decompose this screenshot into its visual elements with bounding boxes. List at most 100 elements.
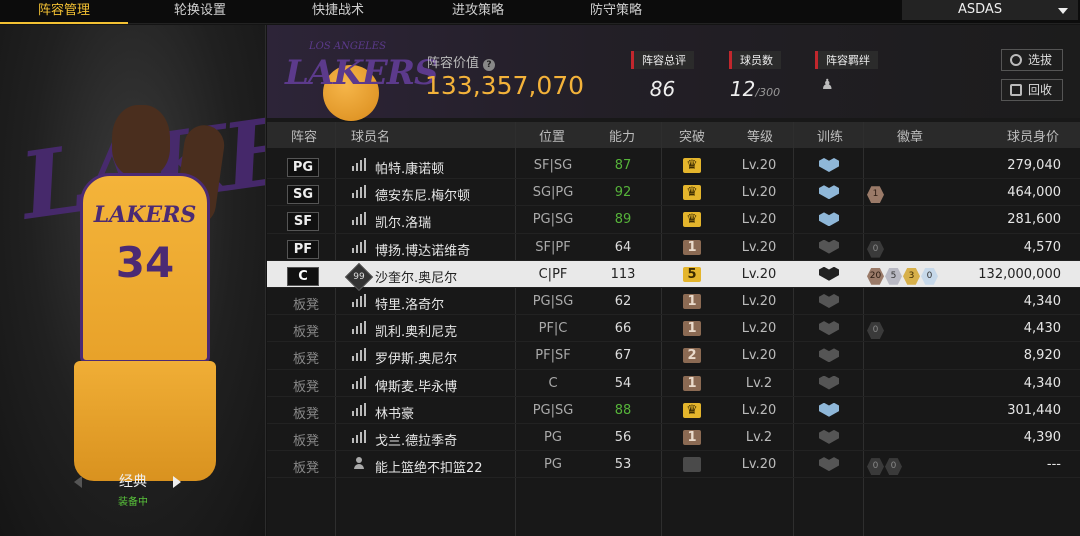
badge-hexagon-icon: 0 — [867, 458, 884, 476]
player-rating: 53 — [614, 457, 632, 473]
select-button-label: 选拔 — [1028, 53, 1053, 67]
tab-quick-tactics[interactable]: 快捷战术 — [274, 0, 402, 24]
lineup-value: 133,357,070 — [425, 71, 585, 100]
col-level[interactable]: 等级 — [747, 126, 773, 145]
player-rating: 67 — [614, 348, 632, 364]
team-logo-city: LOS ANGELES — [309, 41, 386, 52]
training-crown-icon — [819, 348, 839, 363]
player-name[interactable]: 罗伊斯.奥尼尔 — [375, 348, 457, 367]
player-rating: 54 — [614, 375, 632, 391]
slot-position-badge: SF — [287, 212, 319, 232]
player-value: 4,340 — [1023, 293, 1061, 309]
select-button[interactable]: 选拔 — [1001, 49, 1063, 71]
player-name[interactable]: 能上篮绝不扣篮22 — [375, 457, 483, 476]
roster-row[interactable]: 板凳 能上篮绝不扣篮22 PG 53 Lv.20 0 0 --- — [267, 451, 1080, 479]
recycle-button[interactable]: 回收 — [1001, 79, 1063, 101]
help-icon[interactable]: ? — [483, 59, 496, 71]
chemistry-stat: 阵容羁绊 ♟ — [815, 51, 878, 93]
chevron-down-icon — [1058, 8, 1068, 14]
roster-row[interactable]: 板凳 俾斯麦.毕永博 C 54 1 Lv.2 4,340 — [267, 370, 1080, 397]
tab-rotation-settings[interactable]: 轮换设置 — [136, 0, 264, 24]
training-crown-icon — [819, 457, 839, 472]
roster-row[interactable]: PF 博扬.博达诺维奇 SF|PF 64 1 Lv.20 0 4,570 — [267, 234, 1080, 261]
player-value: 4,570 — [1023, 239, 1061, 255]
col-lineup[interactable]: 阵容 — [291, 126, 317, 145]
roster-row[interactable]: 板凳 特里.洛奇尔 PG|SG 62 1 Lv.20 4,340 — [267, 288, 1080, 316]
player-value: 8,920 — [1023, 348, 1061, 364]
player-position: SG|PG — [532, 185, 574, 201]
jersey-number: 34 — [115, 238, 175, 287]
style-selector: 经典 装备中 — [0, 471, 265, 508]
player-count-max: /300 — [755, 86, 781, 99]
badge-list: 0 — [867, 321, 885, 340]
roster-row[interactable]: SG 德安东尼.梅尔顿 SG|PG 92 ♛ Lv.20 1 464,000 — [267, 179, 1080, 207]
col-player-value[interactable]: 球员身价 — [1007, 126, 1059, 145]
player-rating: 88 — [614, 402, 632, 418]
col-training[interactable]: 训练 — [817, 126, 843, 145]
player-name[interactable]: 德安东尼.梅尔顿 — [375, 185, 470, 204]
badge-hexagon-icon: 0 — [867, 322, 884, 340]
signal-bars-icon — [352, 348, 366, 362]
tab-offense-strategy[interactable]: 进攻策略 — [414, 0, 542, 24]
roster-row[interactable]: C 99 沙奎尔.奥尼尔 C|PF 113 5 Lv.20 20 5 3 0 132,000,000 — [267, 260, 1080, 291]
player-name[interactable]: 林书豪 — [375, 403, 414, 422]
breakthrough-level: 1 — [687, 375, 697, 391]
team-select-dropdown[interactable]: ASDAS — [902, 0, 1078, 20]
roster-row[interactable]: 板凳 戈兰.德拉季奇 PG 56 1 Lv.2 4,390 — [267, 424, 1080, 452]
player-name[interactable]: 凯利.奥利尼克 — [375, 321, 457, 340]
breakthrough-icon: 1 — [683, 375, 701, 391]
chemistry-people-icon[interactable]: ♟ — [815, 77, 878, 93]
breakthrough-level: 1 — [687, 321, 697, 337]
player-value: 4,390 — [1023, 429, 1061, 445]
roster-table-body: PG 帕特.康诺顿 SF|SG 87 ♛ Lv.20 279,040 SG 德安东尼.梅尔顿 SG… — [267, 152, 1080, 479]
tab-bar: 阵容管理 轮换设置 快捷战术 进攻策略 防守策略 ASDAS — [0, 0, 1080, 24]
player-name[interactable]: 特里.洛奇尔 — [375, 294, 444, 313]
player-level: Lv.20 — [741, 239, 777, 255]
tab-lineup-management[interactable]: 阵容管理 — [0, 0, 128, 24]
tab-defense-strategy[interactable]: 防守策略 — [552, 0, 680, 24]
player-level: Lv.20 — [741, 402, 777, 418]
lineup-value-label: 阵容价值? — [427, 52, 496, 71]
player-name[interactable]: 帕特.康诺顿 — [375, 158, 444, 177]
breakthrough-level: 1 — [687, 293, 697, 309]
player-value: 281,600 — [1007, 212, 1061, 228]
player-position: SF|SG — [533, 158, 573, 173]
slot-position-badge: SG — [287, 185, 319, 205]
col-position[interactable]: 位置 — [539, 126, 565, 145]
breakthrough-icon: 1 — [683, 321, 701, 337]
player-level: Lv.2 — [745, 375, 773, 391]
badge-list: 0 — [867, 240, 885, 258]
player-rating: 87 — [614, 158, 632, 173]
roster-row[interactable]: 板凳 罗伊斯.奥尼尔 PF|SF 67 2 Lv.20 8,920 — [267, 342, 1080, 370]
breakthrough-icon: 1 — [683, 429, 701, 445]
player-name[interactable]: 戈兰.德拉季奇 — [375, 430, 457, 449]
player-name[interactable]: 沙奎尔.奥尼尔 — [375, 267, 457, 286]
roster-row[interactable]: 板凳 凯利.奥利尼克 PF|C 66 1 Lv.20 0 4,430 — [267, 315, 1080, 343]
chemistry-label: 阵容羁绊 — [815, 51, 878, 69]
roster-row[interactable]: 板凳 林书豪 PG|SG 88 ♛ Lv.20 301,440 — [267, 397, 1080, 424]
team-logo-word: LAKERS — [285, 53, 439, 93]
badge-hexagon-icon: 3 — [903, 267, 920, 285]
player-position: PF|SF — [535, 348, 571, 364]
player-name[interactable]: 俾斯麦.毕永博 — [375, 376, 457, 395]
col-player-name[interactable]: 球员名 — [351, 126, 390, 145]
player-name[interactable]: 博扬.博达诺维奇 — [375, 240, 470, 259]
col-breakthrough[interactable]: 突破 — [679, 126, 705, 145]
col-badges[interactable]: 徽章 — [897, 126, 923, 145]
slot-position-badge: PF — [287, 239, 319, 259]
player-rating: 89 — [614, 212, 632, 228]
slot-position-badge: C — [287, 266, 319, 286]
roster-row[interactable]: PG 帕特.康诺顿 SF|SG 87 ♛ Lv.20 279,040 — [267, 152, 1080, 180]
overall-label: 阵容总评 — [631, 51, 694, 69]
signal-bars-icon — [352, 293, 366, 307]
training-crown-icon — [819, 293, 839, 308]
training-crown-icon — [819, 212, 839, 227]
signal-bars-icon — [352, 321, 366, 335]
player-level: Lv.20 — [741, 293, 777, 309]
player-name[interactable]: 凯尔.洛瑞 — [375, 212, 431, 231]
player-position: PF|C — [538, 321, 568, 337]
slot-position-badge: PG — [287, 158, 319, 177]
roster-row[interactable]: SF 凯尔.洛瑞 PG|SG 89 ♛ Lv.20 281,600 — [267, 206, 1080, 234]
col-rating[interactable]: 能力 — [609, 126, 635, 145]
player-shorts — [74, 361, 216, 481]
